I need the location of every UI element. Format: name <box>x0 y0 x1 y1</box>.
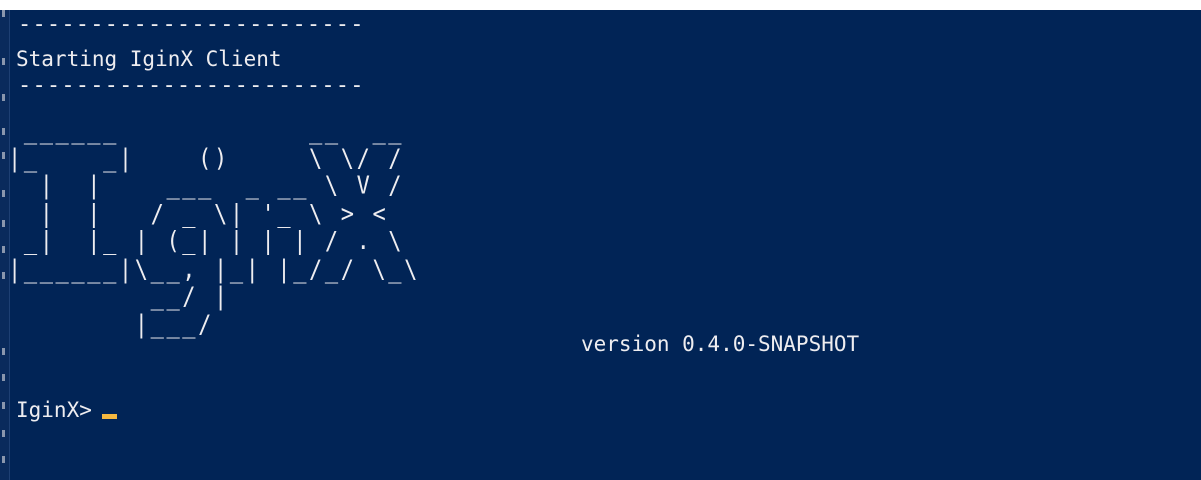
prompt-label: IginX> <box>16 398 92 422</box>
gutter-mark <box>2 456 5 463</box>
gutter-mark <box>2 58 5 65</box>
gutter-mark <box>2 246 5 253</box>
gutter-mark <box>2 128 5 135</box>
gutter-mark <box>2 220 5 227</box>
gutter-mark <box>2 94 5 101</box>
divider-line-top: ------------------------ <box>18 12 365 37</box>
gutter-mark <box>2 152 5 159</box>
divider-line-bottom: ------------------------ <box>18 73 365 98</box>
gutter-mark <box>2 10 5 17</box>
starting-message: Starting IginX Client <box>16 47 282 71</box>
gutter-mark <box>2 348 5 355</box>
gutter-mark <box>2 374 5 381</box>
gutter-mark <box>2 190 5 197</box>
version-text: version 0.4.0-SNAPSHOT <box>581 332 860 356</box>
text-cursor <box>101 414 117 419</box>
command-line[interactable]: IginX> <box>16 397 117 423</box>
window-top-edge <box>0 0 1201 10</box>
terminal-window[interactable]: ------------------------ Starting IginX … <box>0 0 1201 480</box>
ascii-logo: ______ __ __ |_ _| () \ \/ / | | ___ _ _… <box>8 116 420 339</box>
gutter-mark <box>2 402 5 409</box>
gutter-mark <box>2 272 5 279</box>
gutter-mark <box>2 430 5 437</box>
